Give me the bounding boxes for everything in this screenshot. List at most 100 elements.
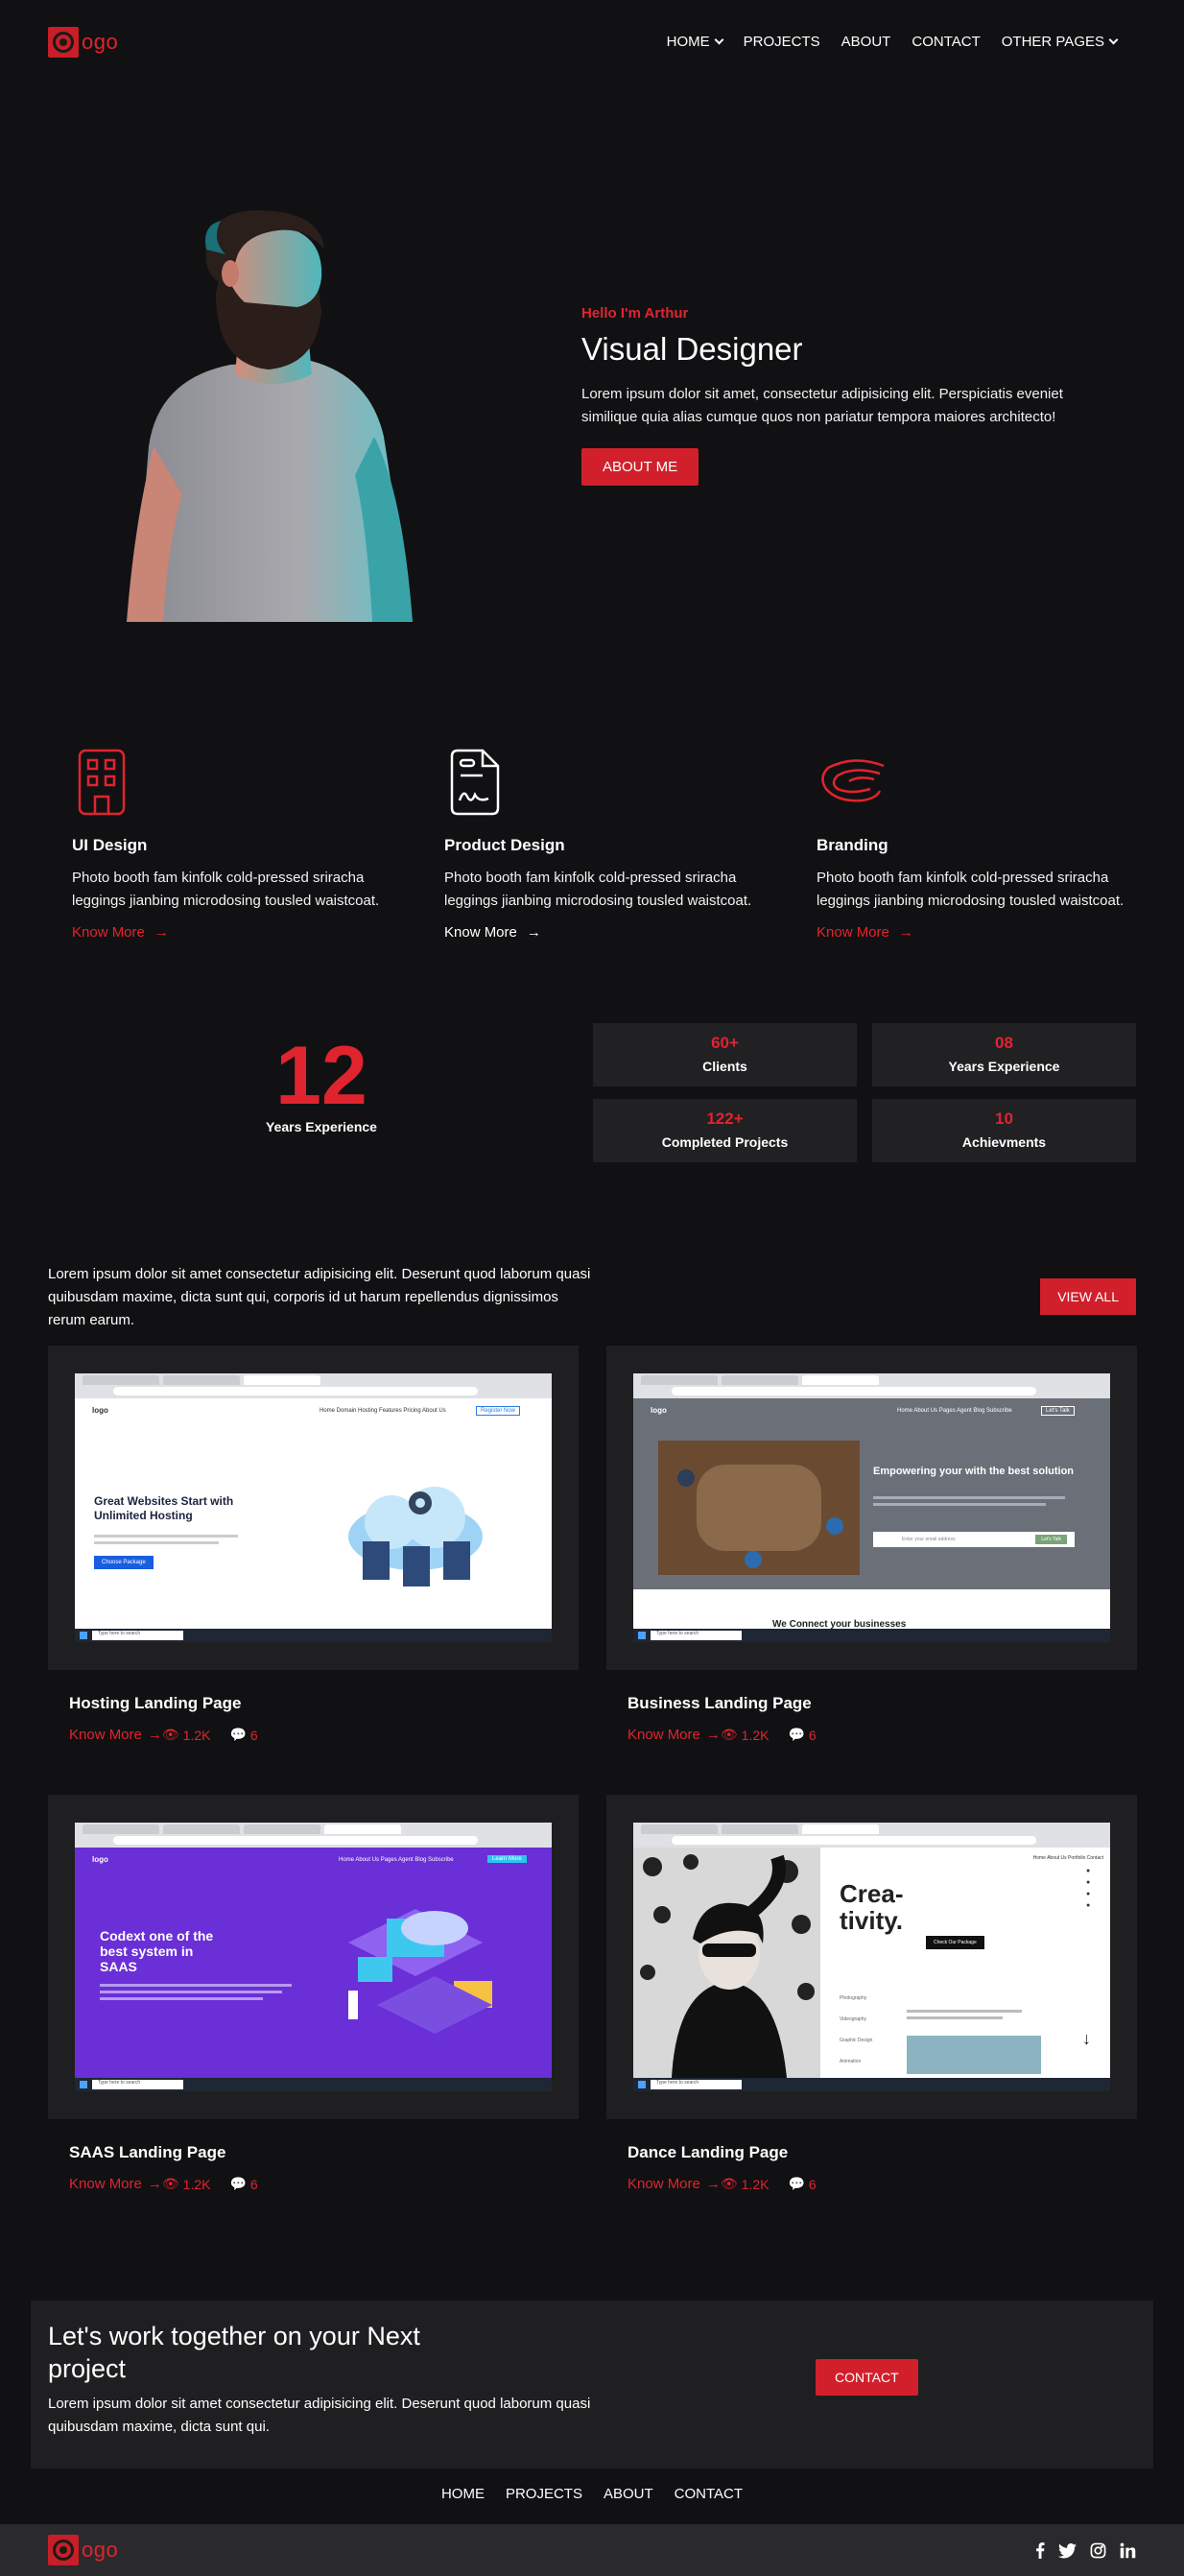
comments-value: 6 <box>249 1727 258 1743</box>
know-more-link[interactable]: Know More → <box>444 924 790 941</box>
shot-cta: Choose Package <box>94 1556 154 1569</box>
nav-label: OTHER PAGES <box>1001 34 1104 50</box>
link-label: Know More <box>69 1727 142 1743</box>
view-all-button[interactable]: VIEW ALL <box>1040 1278 1136 1315</box>
footer-link-about[interactable]: ABOUT <box>604 2486 653 2502</box>
shot-taskbar-search: Type here to search <box>92 1631 183 1640</box>
shot-category-list: Photography Videography Graphic Design A… <box>840 1988 872 2072</box>
stat-label: Completed Projects <box>661 1134 789 1150</box>
shot-list-item: Animation <box>840 2059 862 2064</box>
footer-link-projects[interactable]: PROJECTS <box>506 2486 582 2502</box>
contact-button[interactable]: CONTACT <box>816 2359 918 2396</box>
comments-value: 6 <box>808 2176 817 2192</box>
know-more-link[interactable]: Know More → <box>72 924 417 941</box>
views-count: 👁 1.2K <box>721 2176 770 2192</box>
shot-taskbar-search: Type here to search <box>92 2080 183 2089</box>
site-logo[interactable]: ogo <box>48 27 118 58</box>
arrow-right-icon: → <box>147 2176 162 2192</box>
shot-subscribe-button: Let's Talk <box>1035 1535 1067 1544</box>
comment-icon: 💬 <box>788 2176 805 2191</box>
hero-section: Hello I'm Arthur Visual Designer Lorem i… <box>581 305 1119 486</box>
nav-item-other-pages[interactable]: OTHER PAGES <box>1001 34 1119 50</box>
shot-cta: Check Our Package <box>926 1936 984 1949</box>
stat-value: 122+ <box>706 1109 744 1128</box>
nav-item-home[interactable]: HOME <box>667 34 724 50</box>
branding-swirl-icon <box>821 759 885 802</box>
project-title: Hosting Landing Page <box>69 1694 242 1712</box>
project-preview-frame[interactable]: logo Home Domain Hosting Features Pricin… <box>48 1346 579 1670</box>
shot-taskbar-search: Type here to search <box>651 1631 742 1640</box>
experience-number: 12 <box>275 1030 367 1122</box>
footer-link-contact[interactable]: CONTACT <box>675 2486 743 2502</box>
know-more-link[interactable]: Know More → <box>69 1727 162 1743</box>
nav-label: ABOUT <box>841 34 891 50</box>
link-label: Know More <box>444 924 517 941</box>
know-more-link[interactable]: Know More → <box>628 1727 721 1743</box>
comments-value: 6 <box>808 1727 817 1743</box>
stat-years: 08 Years Experience <box>872 1023 1136 1086</box>
cta-banner: Let's work together on your Next project… <box>31 2301 1153 2469</box>
project-card-saas: logo Home About Us Pages Agent Blog Subs… <box>48 1795 579 2192</box>
footer-logo[interactable]: ogo <box>48 2535 118 2565</box>
facebook-icon[interactable] <box>1035 2542 1045 2564</box>
service-text: Photo booth fam kinfolk cold-pressed sri… <box>444 870 752 909</box>
know-more-link[interactable]: Know More → <box>817 924 1162 941</box>
document-signature-icon <box>450 749 500 816</box>
project-preview-frame[interactable]: logo Home About Us Pages Agent Blog Subs… <box>48 1795 579 2119</box>
linkedin-icon[interactable] <box>1120 2542 1136 2564</box>
project-title: Business Landing Page <box>628 1694 812 1712</box>
arrow-right-icon: → <box>898 924 913 941</box>
link-label: Know More <box>72 924 145 941</box>
browser-chrome <box>633 1373 1110 1398</box>
views-count: 👁 1.2K <box>162 1727 211 1743</box>
project-title: Dance Landing Page <box>628 2143 789 2161</box>
nav-item-contact[interactable]: CONTACT <box>912 34 980 50</box>
building-icon <box>78 749 126 816</box>
views-value: 1.2K <box>741 1727 770 1743</box>
nav-label: PROJECTS <box>743 34 820 50</box>
views-value: 1.2K <box>741 2176 770 2192</box>
experience-label: Years Experience <box>266 1119 377 1134</box>
instagram-icon[interactable] <box>1090 2542 1106 2564</box>
project-preview-frame[interactable]: logo Home About Us Pages Agent Blog Subs… <box>606 1346 1137 1670</box>
service-branding: Branding Photo booth fam kinfolk cold-pr… <box>817 747 1162 941</box>
project-card-dance: Home About Us Portfolio Contact Crea-tiv… <box>606 1795 1137 2192</box>
eye-icon: 👁 <box>161 1727 179 1742</box>
shot-dancer-photo <box>633 1848 820 2078</box>
logo-mark-icon <box>48 2535 79 2565</box>
stat-value: 08 <box>995 1034 1013 1052</box>
twitter-icon[interactable] <box>1058 2542 1077 2564</box>
know-more-link[interactable]: Know More → <box>628 2176 721 2192</box>
service-text: Photo booth fam kinfolk cold-pressed sri… <box>72 870 380 909</box>
browser-chrome <box>75 1373 552 1398</box>
nav-item-projects[interactable]: PROJECTS <box>744 34 820 50</box>
project-screenshot: logo Home About Us Pages Agent Blog Subs… <box>633 1373 1110 1642</box>
comment-icon: 💬 <box>229 1727 247 1742</box>
about-me-button[interactable]: ABOUT ME <box>581 448 699 486</box>
views-count: 👁 1.2K <box>721 1727 770 1743</box>
service-title: Branding <box>817 836 888 854</box>
service-title: Product Design <box>444 836 565 854</box>
comments-value: 6 <box>249 2176 258 2192</box>
arrow-down-icon: ↓ <box>1082 2029 1091 2048</box>
footer-link-home[interactable]: HOME <box>441 2486 485 2502</box>
project-card-business: logo Home About Us Pages Agent Blog Subs… <box>606 1346 1137 1743</box>
project-preview-frame[interactable]: Home About Us Portfolio Contact Crea-tiv… <box>606 1795 1137 2119</box>
nav-menu: HOME PROJECTS ABOUT CONTACT OTHER PAGES <box>667 34 1119 50</box>
shot-logo: logo <box>651 1406 667 1415</box>
hero-description: Lorem ipsum dolor sit amet, consectetur … <box>581 386 1063 425</box>
shot-nav: Home About Us Pages Agent Blog Subscribe <box>339 1857 454 1863</box>
site-nav: logo Home Domain Hosting Features Pricin… <box>75 1406 552 1419</box>
shot-team-photo <box>658 1441 860 1575</box>
nav-item-about[interactable]: ABOUT <box>841 34 891 50</box>
cta-text: Lorem ipsum dolor sit amet consectetur a… <box>48 2396 591 2435</box>
arrow-right-icon: → <box>154 924 169 941</box>
stat-clients: 60+ Clients <box>593 1023 857 1086</box>
comment-icon: 💬 <box>229 2176 247 2191</box>
know-more-link[interactable]: Know More → <box>69 2176 162 2192</box>
arrow-right-icon: → <box>705 2176 721 2192</box>
link-label: Know More <box>69 2176 142 2192</box>
comments-count: 💬 6 <box>229 1727 257 1743</box>
eye-icon: 👁 <box>720 1727 738 1742</box>
shot-list-item: Photography <box>840 1995 867 2001</box>
